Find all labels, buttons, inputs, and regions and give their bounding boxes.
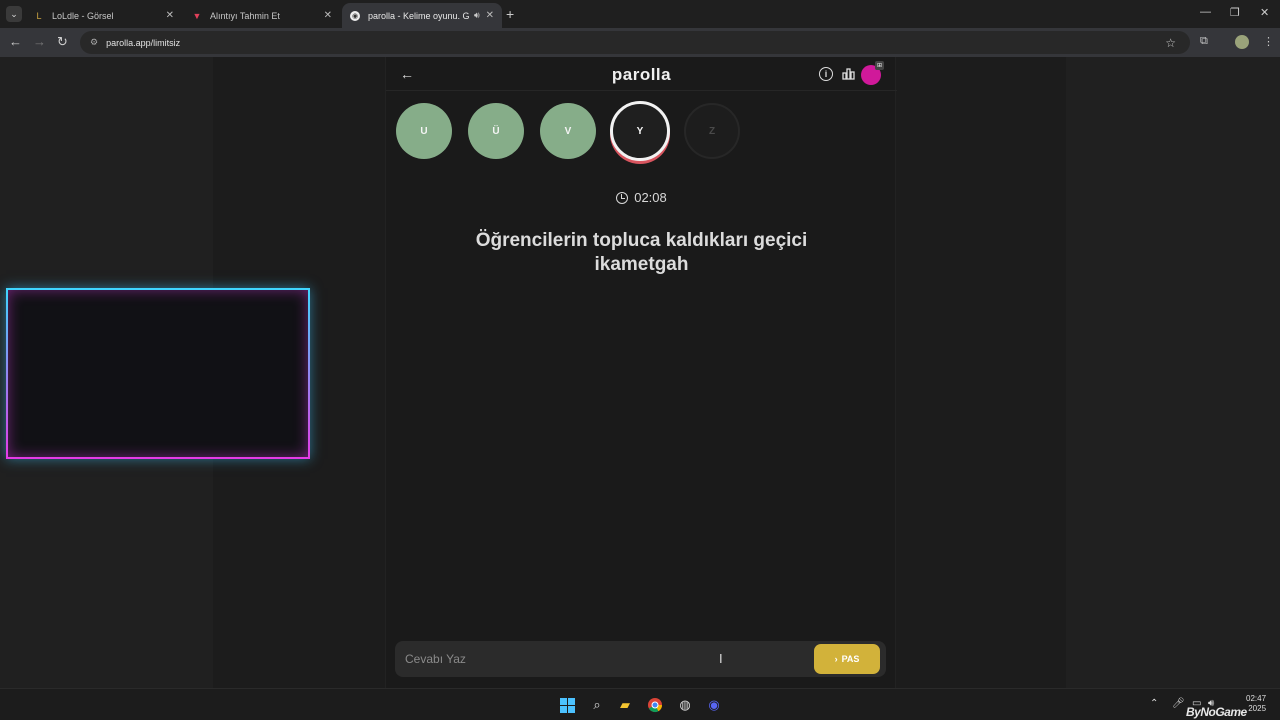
back-icon[interactable]: ← xyxy=(9,34,22,49)
tab-loldle[interactable]: L LoLdle - Görsel ✕ xyxy=(26,3,182,28)
new-tab-icon[interactable]: + xyxy=(506,6,514,22)
letter-circle-current: Y xyxy=(610,101,670,161)
chevron-right-icon: › xyxy=(834,654,838,664)
pass-button[interactable]: › PAS xyxy=(814,644,880,674)
extensions-icon[interactable]: ⧉ xyxy=(1200,35,1208,48)
minimize-icon[interactable]: — xyxy=(1200,6,1211,18)
url-text: parolla.app/limitsiz xyxy=(106,37,181,48)
search-icon[interactable]: ⌕ xyxy=(588,696,606,714)
letter-circle: V xyxy=(540,103,596,159)
tab-alintiyi[interactable]: ▼ Alıntıyı Tahmin Et ✕ xyxy=(184,3,340,28)
letter-circle: U xyxy=(396,103,452,159)
clock-date: 2025 xyxy=(1248,704,1267,713)
clock-time: 02:47 xyxy=(1246,694,1267,703)
watermark-logo: ByNoGame xyxy=(1186,705,1247,719)
forward-icon[interactable]: → xyxy=(33,34,46,49)
reload-icon[interactable]: ↻ xyxy=(57,34,68,50)
tab-search-icon[interactable]: ⌄ xyxy=(6,6,22,22)
tab-parolla[interactable]: ◉ parolla - Kelime oyunu. Gün 🔊︎ ✕ xyxy=(342,3,502,28)
answer-bar: › PAS xyxy=(395,641,886,677)
clock-icon xyxy=(616,191,629,204)
bookmark-star-icon[interactable]: ☆ xyxy=(1165,36,1176,50)
timer-value: 02:08 xyxy=(634,190,667,205)
loldle-favicon-icon: L xyxy=(36,10,42,21)
text-cursor-icon: I xyxy=(719,651,723,666)
tray-chevron-icon[interactable]: ⌃ xyxy=(1150,698,1158,709)
tab-title: parolla - Kelime oyunu. Gün xyxy=(368,10,470,21)
menu-icon[interactable]: ⋮ xyxy=(1263,35,1274,48)
close-icon[interactable]: ✕ xyxy=(324,10,332,21)
answer-input[interactable] xyxy=(405,650,785,668)
letter-circle: Z xyxy=(684,103,740,159)
tab-title: LoLdle - Görsel xyxy=(52,10,114,21)
pass-label: PAS xyxy=(841,654,860,664)
restore-icon[interactable]: ❐ xyxy=(1230,6,1240,19)
web-viewport: ← parolla i ⊞ U Ü V Y Z 02:08 Öğrenciler… xyxy=(0,57,1280,688)
file-explorer-icon[interactable]: ▰ xyxy=(616,696,634,714)
app-header: ← parolla i ⊞ xyxy=(386,57,897,91)
profile-avatar[interactable] xyxy=(1235,35,1249,49)
close-icon[interactable]: ✕ xyxy=(166,10,174,21)
info-icon[interactable]: i xyxy=(819,67,833,81)
neon-webcam-frame xyxy=(6,288,310,459)
close-icon[interactable]: ✕ xyxy=(486,10,494,21)
tab-title: Alıntıyı Tahmin Et xyxy=(210,10,280,21)
parolla-favicon-icon: ◉ xyxy=(350,10,360,21)
address-bar[interactable]: ⚙ parolla.app/limitsiz ☆ xyxy=(80,31,1190,54)
badge-icon: ⊞ xyxy=(875,61,884,70)
stats-icon[interactable] xyxy=(841,67,855,81)
window-close-icon[interactable]: ✕ xyxy=(1260,6,1269,19)
microphone-icon[interactable]: 🎤︎ xyxy=(1172,698,1185,709)
timer: 02:08 xyxy=(386,190,897,205)
app-icon[interactable]: ◍ xyxy=(676,696,694,714)
question-text: Öğrencilerin topluca kaldıkları geçici i… xyxy=(475,230,808,275)
site-info-icon[interactable]: ⚙ xyxy=(90,37,98,48)
v-favicon-icon: ▼ xyxy=(192,10,202,21)
system-clock[interactable]: 02:47 2025 xyxy=(1246,694,1266,714)
taskbar: ⌕ ▰ ◍ ◉ ⌃ 🎤︎ ▭ 🔊︎ 02:47 2025 xyxy=(0,688,1280,720)
tab-strip: ⌄ L LoLdle - Görsel ✕ ▼ Alıntıyı Tahmin … xyxy=(0,0,1280,28)
speaker-icon[interactable]: 🔊︎ xyxy=(474,10,480,21)
letter-circle: Ü xyxy=(468,103,524,159)
chrome-icon[interactable] xyxy=(646,696,664,714)
discord-icon[interactable]: ◉ xyxy=(705,696,723,714)
browser-toolbar: ← → ↻ ⚙ parolla.app/limitsiz ☆ ⧉ ⋮ xyxy=(0,28,1280,57)
windows-start-icon[interactable] xyxy=(558,696,576,714)
parolla-app: ← parolla i ⊞ U Ü V Y Z 02:08 Öğrenciler… xyxy=(385,57,897,688)
